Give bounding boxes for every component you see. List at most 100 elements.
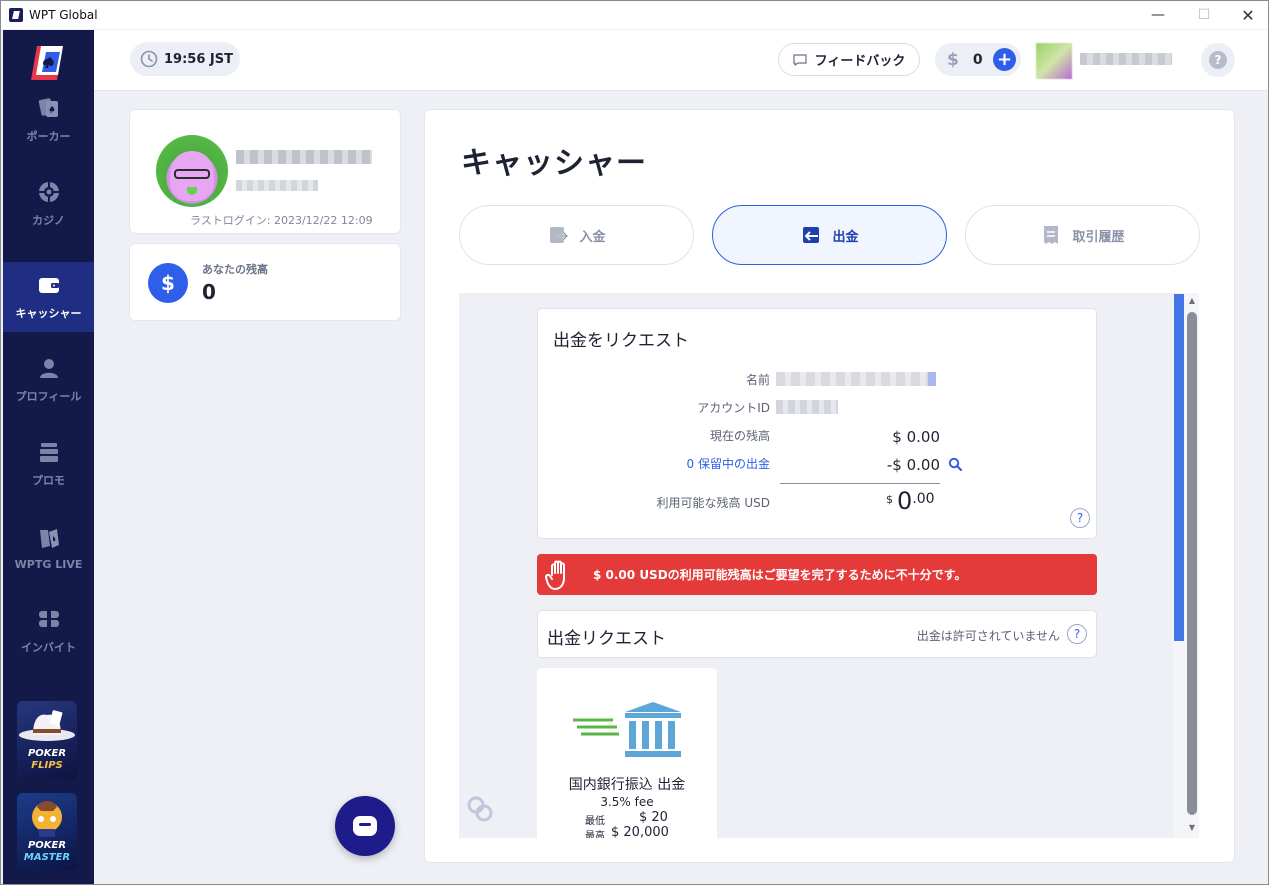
wallet-icon	[38, 278, 59, 293]
balance-label: あなたの残高	[202, 263, 268, 276]
bank-icon	[573, 702, 681, 757]
wpt-logo-icon[interactable]	[27, 42, 69, 84]
maximize-button[interactable]: ☐	[1181, 1, 1227, 29]
scroll-up-arrow-icon[interactable]: ▲	[1187, 296, 1197, 305]
withdraw-requests-card: 出金リクエスト 出金は許可されていません ?	[537, 610, 1097, 658]
avatar-glasses	[174, 169, 210, 179]
method-fee: 3.5% fee	[600, 795, 654, 809]
insufficient-balance-alert: $ 0.00 USDの利用可能残高はご要望を完了するために不十分です。	[537, 554, 1097, 595]
method-min-value: $ 20	[639, 810, 668, 825]
name-value-blurred	[776, 372, 936, 386]
live-icon	[39, 528, 59, 548]
tab-label: 出金	[832, 229, 859, 245]
poker-master-promo[interactable]: POKER MASTER	[17, 793, 77, 871]
withdraw-not-allowed-note: 出金は許可されていません	[916, 629, 1060, 643]
profile-card: ラストログイン: 2023/12/22 12:09	[129, 109, 401, 234]
sidebar-item-label: プロフィール	[15, 390, 82, 403]
clock-icon	[140, 50, 158, 68]
scrollbar-thumb[interactable]	[1187, 312, 1197, 815]
help-icon: ?	[1209, 51, 1227, 69]
available-decimal: .00	[912, 491, 935, 507]
withdraw-requests-title: 出金リクエスト	[547, 629, 666, 649]
method-max-value: $ 20,000	[611, 825, 669, 838]
withdraw-content: 出金をリクエスト 名前 アカウントID 現在の残高 $ 0.00 0 保留中の出…	[459, 293, 1197, 838]
sidebar-item-poker[interactable]: ポーカー	[3, 85, 94, 155]
minimize-button[interactable]: —	[1135, 1, 1181, 29]
sidebar: ポーカー カジノ キャッシャー プロフィール プロモ WPTG LIVE インバ…	[3, 30, 94, 884]
current-balance-value: $ 0.00	[892, 428, 940, 446]
account-id-blurred	[776, 400, 838, 414]
link-icon[interactable]	[464, 793, 496, 825]
tab-history[interactable]: 取引履歴	[965, 205, 1200, 265]
chat-bubble-icon	[793, 53, 807, 66]
avatar[interactable]	[156, 135, 228, 207]
search-icon[interactable]	[948, 457, 962, 471]
promo-line2: MASTER	[23, 852, 71, 863]
last-login: ラストログイン: 2023/12/22 12:09	[190, 214, 373, 227]
sidebar-item-cashier[interactable]: キャッシャー	[3, 262, 94, 332]
help-icon[interactable]: ?	[1067, 624, 1087, 644]
promo-line2: FLIPS	[31, 760, 63, 771]
roulette-icon	[38, 182, 59, 202]
current-balance-label: 現在の残高	[709, 429, 770, 443]
divider	[780, 483, 940, 484]
sidebar-item-wptg-live[interactable]: WPTG LIVE	[3, 513, 94, 583]
username-blurred	[236, 150, 372, 164]
clock-display: 19:56 JST	[130, 42, 240, 76]
clock-time: 19:56 JST	[164, 51, 233, 67]
balance-amount: 0	[972, 51, 983, 68]
method-max-label: 最高	[585, 831, 605, 838]
help-icon[interactable]: ?	[1070, 508, 1090, 528]
balance-value: 0	[202, 280, 216, 304]
live-chat-button[interactable]	[335, 796, 395, 856]
app-window: WPT Global — ☐ ✕ ポーカー カジノ キャッシャー プロフィール	[0, 0, 1269, 885]
trophy-character-icon	[32, 801, 62, 837]
scroll-indicator	[1174, 294, 1184, 641]
user-avatar[interactable]	[1036, 43, 1072, 79]
person-icon	[39, 359, 58, 378]
promo-icon	[39, 443, 58, 462]
username-blurred[interactable]	[1080, 53, 1172, 65]
sidebar-item-profile[interactable]: プロフィール	[3, 345, 94, 415]
method-title: 国内銀行振込 出金	[568, 777, 686, 793]
bank-transfer-method-card[interactable]: 国内銀行振込 出金 3.5% fee 最低 $ 20 最高 $ 20,000	[537, 668, 717, 838]
sidebar-item-label: プロモ	[32, 474, 65, 487]
poker-flips-promo[interactable]: POKER FLIPS	[17, 701, 77, 779]
withdraw-request-card: 出金をリクエスト 名前 アカウントID 現在の残高 $ 0.00 0 保留中の出…	[537, 308, 1097, 539]
sidebar-item-label: ポーカー	[26, 130, 71, 143]
name-label: 名前	[745, 373, 770, 387]
sidebar-item-label: キャッシャー	[15, 307, 82, 320]
cashier-panel: キャッシャー 入金 出金 取引履歴 出金をリクエスト 名前 アカウントID 現在…	[424, 109, 1235, 863]
sidebar-item-label: インバイト	[21, 641, 76, 654]
feedback-label: フィードバック	[814, 54, 906, 69]
available-integer: 0	[897, 487, 913, 515]
promo-line1: POKER	[27, 748, 67, 759]
scroll-down-arrow-icon[interactable]: ▼	[1187, 823, 1197, 832]
withdraw-icon	[803, 227, 820, 243]
tab-deposit[interactable]: 入金	[459, 205, 694, 265]
deposit-icon	[550, 227, 570, 243]
dollar-icon: $	[148, 263, 188, 303]
close-button[interactable]: ✕	[1225, 1, 1268, 29]
add-funds-button[interactable]: +	[993, 48, 1016, 71]
tab-label: 入金	[579, 229, 606, 245]
tab-withdraw[interactable]: 出金	[712, 205, 947, 265]
help-button[interactable]: ?	[1201, 43, 1235, 77]
chat-icon	[353, 816, 377, 836]
feedback-button[interactable]: フィードバック	[778, 43, 920, 76]
app-logo-icon	[9, 8, 23, 22]
page-title: キャッシャー	[461, 146, 647, 181]
pending-withdrawals-link[interactable]: 0 保留中の出金	[687, 455, 770, 472]
dollar-icon: $	[947, 49, 959, 70]
title-bar: WPT Global — ☐ ✕	[1, 1, 1268, 29]
promo-line1: POKER	[27, 840, 67, 851]
sidebar-item-promo[interactable]: プロモ	[3, 429, 94, 499]
user-id-blurred	[236, 180, 318, 191]
sidebar-item-casino[interactable]: カジノ	[3, 169, 94, 239]
cards-icon	[38, 98, 58, 117]
pending-withdrawals-value: -$ 0.00	[886, 456, 940, 474]
sidebar-item-invite[interactable]: インバイト	[3, 596, 94, 666]
stop-hand-icon	[545, 560, 565, 590]
sidebar-item-label: カジノ	[32, 214, 65, 227]
request-title: 出金をリクエスト	[553, 331, 689, 351]
